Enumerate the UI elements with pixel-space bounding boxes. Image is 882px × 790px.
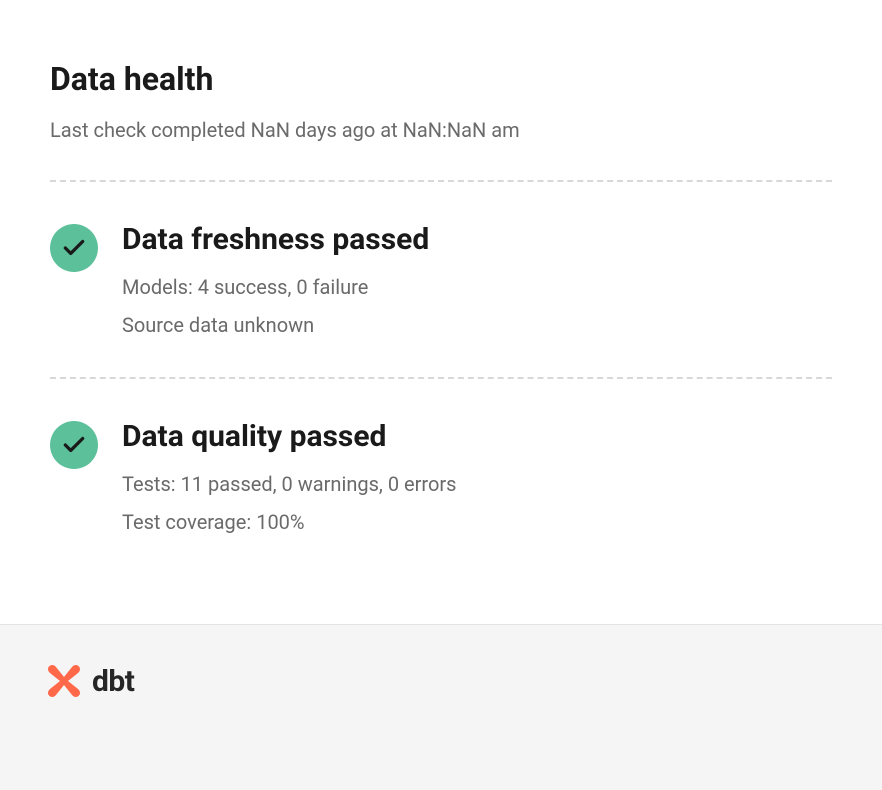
quality-check-row: Data quality passed Tests: 11 passed, 0 … (50, 379, 832, 574)
quality-check-title: Data quality passed (122, 419, 832, 454)
page-title: Data health (50, 60, 832, 98)
freshness-models-detail: Models: 4 success, 0 failure (122, 275, 832, 299)
check-pass-icon (50, 224, 98, 272)
freshness-check-row: Data freshness passed Models: 4 success,… (50, 182, 832, 377)
dbt-logo: dbt (44, 661, 838, 701)
dbt-logo-text: dbt (92, 664, 134, 699)
dbt-logo-icon (44, 661, 84, 701)
quality-check-content: Data quality passed Tests: 11 passed, 0 … (122, 419, 832, 534)
last-check-subtitle: Last check completed NaN days ago at NaN… (50, 118, 832, 142)
freshness-check-content: Data freshness passed Models: 4 success,… (122, 222, 832, 337)
check-pass-icon (50, 421, 98, 469)
quality-coverage-detail: Test coverage: 100% (122, 510, 832, 534)
data-health-panel: Data health Last check completed NaN day… (0, 0, 882, 624)
footer: dbt (0, 624, 882, 790)
freshness-check-title: Data freshness passed (122, 222, 832, 257)
freshness-source-detail: Source data unknown (122, 313, 832, 337)
quality-tests-detail: Tests: 11 passed, 0 warnings, 0 errors (122, 472, 832, 496)
